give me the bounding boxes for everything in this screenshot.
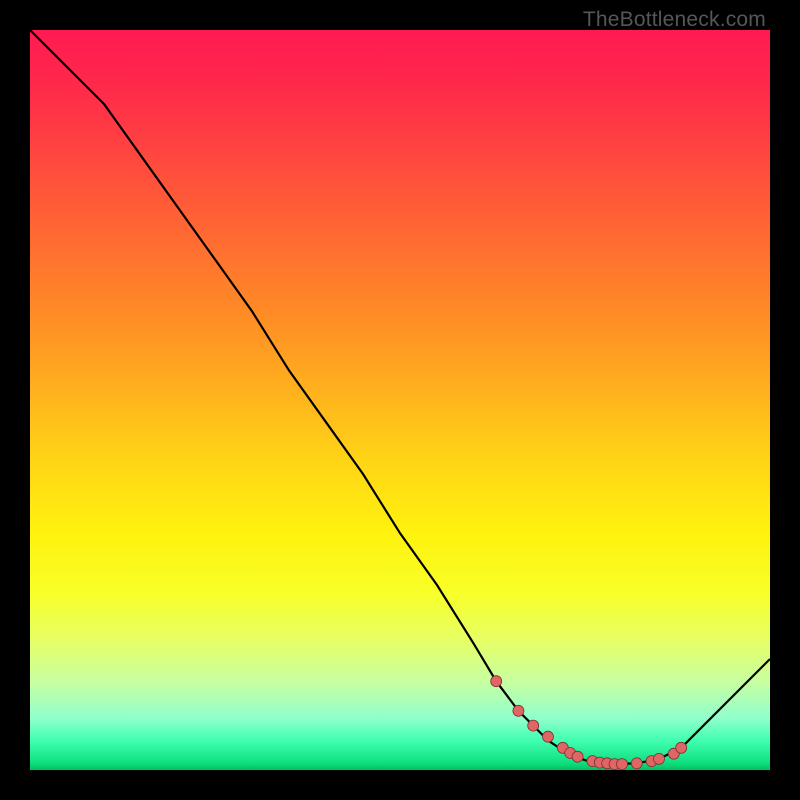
highlight-dot xyxy=(654,753,665,764)
highlight-dot xyxy=(676,742,687,753)
highlight-dot xyxy=(631,758,642,769)
plot-area xyxy=(30,30,770,770)
chart-stage: TheBottleneck.com xyxy=(0,0,800,800)
highlight-dot xyxy=(543,731,554,742)
highlight-dot xyxy=(513,705,524,716)
highlight-dots xyxy=(491,676,687,770)
bottleneck-curve xyxy=(30,30,770,764)
highlight-dot xyxy=(491,676,502,687)
highlight-dot xyxy=(617,759,628,770)
watermark-text: TheBottleneck.com xyxy=(583,8,766,32)
highlight-dot xyxy=(572,751,583,762)
line-chart xyxy=(30,30,770,770)
highlight-dot xyxy=(528,720,539,731)
